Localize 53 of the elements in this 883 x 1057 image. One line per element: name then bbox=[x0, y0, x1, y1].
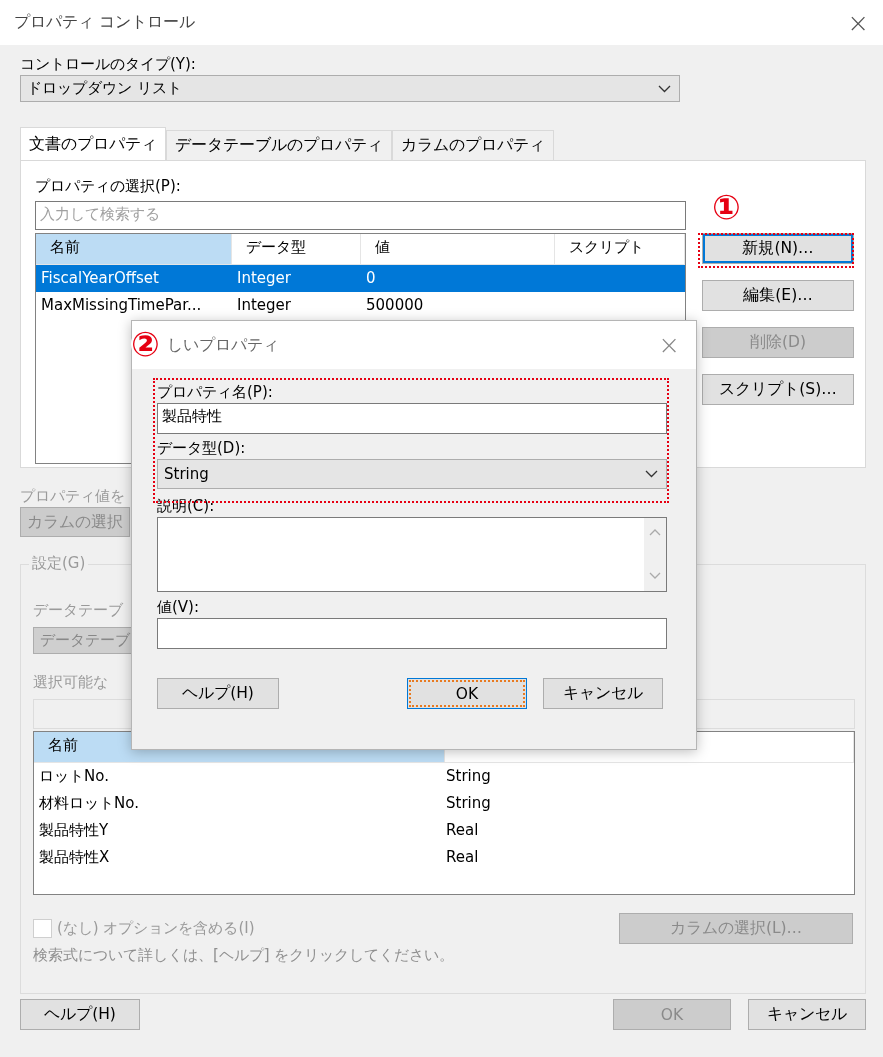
table-cell-text: ロットNo. bbox=[38, 766, 110, 787]
tab[interactable]: カラムのプロパティ bbox=[392, 130, 554, 160]
table-cell-text: String bbox=[445, 793, 492, 814]
side-button[interactable]: 新規(N)… bbox=[702, 233, 854, 264]
table-cell-text: Integer bbox=[236, 268, 292, 289]
property-row[interactable]: MaxMissingTimePar... Integer 500000 bbox=[36, 292, 685, 319]
annotation-number: ① bbox=[712, 190, 741, 224]
control-type-dropdown[interactable]: ドロップダウン リスト bbox=[20, 75, 680, 102]
footer-button[interactable]: ヘルプ(H) bbox=[20, 999, 140, 1030]
group-legend: 設定(G) bbox=[29, 554, 89, 573]
chevron-down-icon bbox=[658, 84, 671, 93]
field-label: データテーブ bbox=[33, 600, 123, 621]
table-cell-text: FiscalYearOffset bbox=[40, 268, 160, 289]
field-label: データ型(D): bbox=[157, 438, 246, 459]
tab[interactable]: データテーブルのプロパティ bbox=[166, 130, 392, 160]
table-cell-text: 製品特性Y bbox=[38, 820, 110, 841]
side-button[interactable]: スクリプト(S)… bbox=[702, 374, 854, 405]
side-button[interactable]: 編集(E)… bbox=[702, 280, 854, 311]
footer-button[interactable]: キャンセル bbox=[748, 999, 866, 1030]
checkbox[interactable] bbox=[33, 919, 52, 938]
table-cell-text: 500000 bbox=[365, 295, 425, 316]
table-cell-text: Real bbox=[445, 847, 480, 868]
description-field[interactable] bbox=[157, 517, 667, 592]
field-label: 値(V): bbox=[157, 597, 200, 618]
property-name-field[interactable]: 製品特性 bbox=[157, 403, 667, 434]
dialog-title: しいプロパティ bbox=[166, 334, 279, 356]
tab[interactable]: 文書のプロパティ bbox=[20, 127, 166, 160]
field-label: コントロールのタイプ(Y): bbox=[20, 54, 196, 75]
table-cell-text: Integer bbox=[236, 295, 292, 316]
chevron-down-icon bbox=[645, 470, 658, 478]
table-cell-text: Real bbox=[445, 820, 480, 841]
table-cell-text: 材料ロットNo. bbox=[38, 793, 140, 814]
field-label: 選択可能な bbox=[33, 672, 108, 693]
scrollbar-arrows-icon bbox=[644, 518, 666, 591]
table-cell-text: MaxMissingTimePar... bbox=[40, 295, 203, 316]
property-row[interactable]: FiscalYearOffset Integer 0 bbox=[36, 265, 685, 292]
field-label: プロパティ名(P): bbox=[157, 382, 273, 403]
table-cell-text: 製品特性X bbox=[38, 847, 111, 868]
dialog-button[interactable]: OK bbox=[407, 678, 527, 709]
dialog-button[interactable]: ヘルプ(H) bbox=[157, 678, 279, 709]
dialog-button[interactable]: キャンセル bbox=[543, 678, 663, 709]
field-label: プロパティの選択(P): bbox=[35, 176, 181, 197]
field-label: プロパティ値を bbox=[20, 486, 125, 507]
value-field[interactable] bbox=[157, 618, 667, 649]
close-button[interactable]: × bbox=[658, 330, 680, 360]
table-cell-text: 0 bbox=[365, 268, 377, 289]
table-cell-text: String bbox=[445, 766, 492, 787]
column-header[interactable]: 名前 bbox=[36, 234, 232, 264]
checkbox-label: (なし) オプションを含める(I) bbox=[57, 919, 255, 938]
hint-text: 検索式について詳しくは、[ヘルプ] をクリックしてください。 bbox=[33, 946, 456, 965]
window-title: プロパティ コントロール bbox=[14, 12, 196, 33]
data-type-dropdown[interactable]: String bbox=[157, 459, 667, 489]
close-button[interactable]: × bbox=[847, 7, 869, 38]
